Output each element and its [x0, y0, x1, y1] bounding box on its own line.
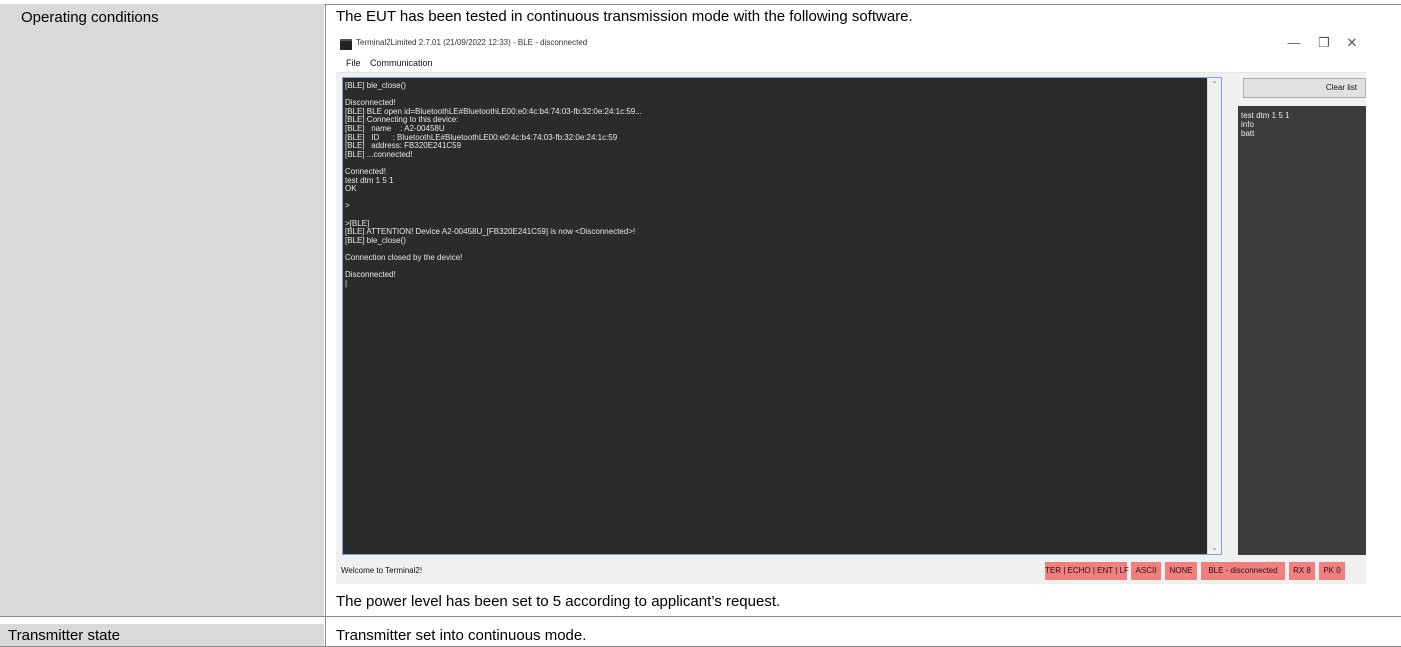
status-badge-pk: PK 0 — [1319, 562, 1345, 580]
history-item[interactable]: test dtm 1 5 1 — [1241, 111, 1289, 120]
scroll-down-icon[interactable]: ⌄ — [1208, 543, 1221, 552]
window-title: Terminal2Limited 2.7.01 (21/09/2022 12:3… — [356, 38, 588, 47]
status-bar: Welcome to Terminal2! TER | ECHO | ENT |… — [336, 558, 1366, 582]
transmitter-state-text: Transmitter set into continuous mode. — [336, 627, 587, 644]
history-item[interactable]: info — [1241, 120, 1254, 129]
restore-icon[interactable]: ❐ — [1314, 36, 1334, 50]
console-text: [BLE] ble_close() Disconnected! [BLE] BL… — [345, 81, 642, 288]
history-item[interactable]: batt — [1241, 129, 1254, 138]
close-icon[interactable]: ✕ — [1342, 36, 1362, 50]
operating-conditions-intro: The EUT has been tested in continuous tr… — [336, 8, 913, 25]
status-badge-terminal-mode: TER | ECHO | ENT | LF — [1045, 562, 1129, 580]
status-badge-encoding: ASCII — [1131, 562, 1161, 580]
table-column-divider — [325, 4, 326, 647]
terminal-app-icon — [340, 39, 352, 50]
terminal-app-window: Terminal2Limited 2.7.01 (21/09/2022 12:3… — [336, 34, 1366, 584]
status-badge-connection: BLE - disconnected — [1201, 562, 1285, 580]
status-welcome-text: Welcome to Terminal2! — [341, 566, 423, 575]
status-badge-parity: NONE — [1165, 562, 1197, 580]
power-level-note: The power level has been set to 5 accord… — [336, 593, 781, 610]
minimize-icon[interactable]: — — [1284, 36, 1304, 50]
console-output[interactable]: [BLE] ble_close() Disconnected! [BLE] BL… — [342, 77, 1222, 555]
console-scrollbar[interactable]: ⌃ ⌄ — [1207, 78, 1221, 554]
menu-file[interactable]: File — [346, 58, 361, 68]
window-titlebar: Terminal2Limited 2.7.01 (21/09/2022 12:3… — [336, 34, 1366, 54]
label-operating-conditions: Operating conditions — [21, 9, 159, 26]
status-badge-rx: RX 8 — [1289, 562, 1315, 580]
menu-communication[interactable]: Communication — [370, 58, 433, 68]
clear-list-button[interactable]: Clear list — [1243, 78, 1366, 98]
label-cell-operating-conditions: Operating conditions — [0, 4, 324, 616]
label-cell-transmitter-state: Transmitter state — [0, 624, 324, 647]
menu-bar: File Communication — [336, 54, 1366, 73]
label-transmitter-state: Transmitter state — [8, 627, 120, 644]
command-history-list[interactable]: test dtm 1 5 1 info batt — [1238, 106, 1366, 555]
table-border-mid — [0, 616, 1401, 617]
report-table: Operating conditions Transmitter state T… — [0, 0, 1401, 647]
scroll-up-icon[interactable]: ⌃ — [1208, 80, 1221, 89]
